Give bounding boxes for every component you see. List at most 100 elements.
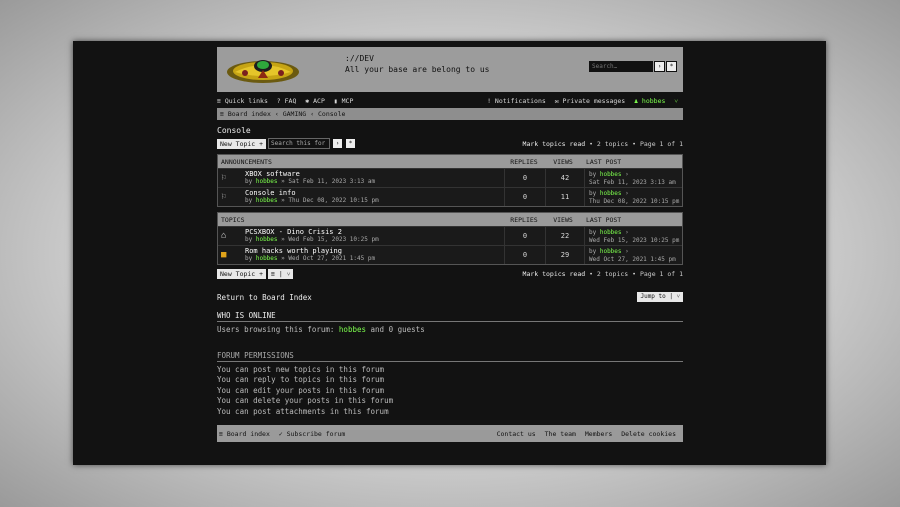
- forum-advanced-search-button[interactable]: *: [345, 138, 357, 149]
- forum-search-button[interactable]: ›: [332, 138, 344, 149]
- forum-page: ://DEV All your base are belong to us › …: [217, 47, 683, 442]
- last-post-author[interactable]: hobbes: [600, 171, 622, 178]
- members-link[interactable]: Members: [585, 430, 612, 438]
- faq-link[interactable]: ? FAQ: [277, 97, 297, 105]
- topics-label: TOPICS: [221, 215, 245, 224]
- site-logo[interactable]: [225, 54, 301, 86]
- online-prefix: Users browsing this forum:: [217, 325, 335, 334]
- table-row[interactable]: ⚐ Console info by hobbes » Thu Dec 08, 2…: [218, 187, 682, 206]
- pagination-bottom: Mark topics read • 2 topics • Page 1 of …: [523, 270, 683, 278]
- header-search-input[interactable]: [589, 61, 653, 72]
- permissions-list: You can post new topics in this forum Yo…: [217, 365, 683, 418]
- subscribe-forum-link[interactable]: ✓ Subscribe forum: [279, 430, 346, 438]
- permission-line: You can edit your posts in this forum: [217, 385, 385, 395]
- topic-title[interactable]: Console info: [245, 189, 379, 197]
- topic-author[interactable]: hobbes: [256, 255, 278, 262]
- online-users: Users browsing this forum: hobbes and 0 …: [217, 325, 683, 336]
- topic-author[interactable]: hobbes: [256, 236, 278, 243]
- replies-count: 0: [504, 246, 545, 264]
- online-user[interactable]: hobbes: [339, 325, 366, 334]
- announcements-table: ANNOUNCEMENTS REPLIES VIEWS LAST POST ⚐ …: [217, 154, 683, 207]
- topic-date: » Wed Oct 27, 2021 1:45 pm: [281, 255, 376, 262]
- acp-link[interactable]: ✱ ACP: [305, 97, 325, 105]
- forum-search-input[interactable]: Search this for: [268, 138, 331, 149]
- announcement-icon: ⚐: [221, 173, 227, 183]
- topics-table: TOPICS REPLIES VIEWS LAST POST ⌂ PCSXBOX…: [217, 212, 683, 265]
- delete-cookies-link[interactable]: Delete cookies: [621, 430, 676, 438]
- replies-header: REPLIES: [510, 215, 538, 224]
- topic-author[interactable]: hobbes: [256, 197, 278, 204]
- notifications-link[interactable]: ! Notifications: [487, 97, 546, 105]
- replies-count: 0: [504, 227, 545, 245]
- last-post-author[interactable]: hobbes: [600, 248, 622, 255]
- announcements-label: ANNOUNCEMENTS: [221, 157, 272, 166]
- jumpbox-row: Return to Board Index Jump to | ˅: [217, 292, 683, 302]
- topic-title[interactable]: Rom hacks worth playing: [245, 247, 375, 255]
- topic-title[interactable]: XBOX software: [245, 170, 375, 178]
- search-button[interactable]: ›: [654, 61, 665, 72]
- goto-last-post-icon[interactable]: ›: [625, 248, 629, 255]
- last-post-date: Thu Dec 08, 2022 10:15 pm: [589, 198, 680, 205]
- topic-date: » Sat Feb 11, 2023 3:13 am: [281, 178, 376, 185]
- new-topic-button-bottom[interactable]: New Topic +: [217, 268, 267, 279]
- topic-author[interactable]: hobbes: [256, 178, 278, 185]
- views-header: VIEWS: [553, 215, 573, 224]
- goto-last-post-icon[interactable]: ›: [625, 171, 629, 178]
- announcements-header: ANNOUNCEMENTS REPLIES VIEWS LAST POST: [218, 155, 682, 168]
- last-post-author[interactable]: hobbes: [600, 190, 622, 197]
- jump-to-button[interactable]: Jump to | ˅: [637, 292, 683, 302]
- last-post-author[interactable]: hobbes: [600, 229, 622, 236]
- views-count: 42: [545, 169, 584, 187]
- navbar: ≡ Quick links ? FAQ ✱ ACP ▮ MCP ! Notifi…: [217, 94, 683, 108]
- announcement-icon: ⚐: [221, 192, 227, 202]
- breadcrumb-board-index[interactable]: ≡ Board index: [220, 110, 271, 118]
- goto-last-post-icon[interactable]: ›: [625, 190, 629, 197]
- last-post-header: LAST POST: [586, 157, 622, 166]
- site-title[interactable]: ://DEV: [345, 54, 374, 63]
- team-link[interactable]: The team: [545, 430, 576, 438]
- last-post-date: Sat Feb 11, 2023 3:13 am: [589, 179, 676, 186]
- private-messages-link[interactable]: ✉ Private messages: [555, 97, 625, 105]
- username: hobbes: [641, 97, 666, 105]
- breadcrumb-gaming[interactable]: ‹ GAMING: [275, 110, 306, 118]
- replies-count: 0: [504, 169, 545, 187]
- topic-title[interactable]: PCSXBOX - Dino Crisis 2: [245, 228, 379, 236]
- topic-date: » Thu Dec 08, 2022 10:15 pm: [281, 197, 379, 204]
- topics-header: TOPICS REPLIES VIEWS LAST POST: [218, 213, 682, 226]
- quick-links-menu[interactable]: ≡ Quick links: [217, 97, 268, 105]
- return-link[interactable]: Return to Board Index: [217, 293, 312, 302]
- new-topic-button[interactable]: New Topic +: [217, 138, 267, 149]
- table-row[interactable]: ⚐ XBOX software by hobbes » Sat Feb 11, …: [218, 168, 682, 187]
- contact-us-link[interactable]: Contact us: [497, 430, 536, 438]
- pagination-top: Mark topics read • 2 topics • Page 1 of …: [523, 140, 683, 148]
- topic-date: » Wed Feb 15, 2023 10:25 pm: [281, 236, 379, 243]
- mark-read-link-bottom[interactable]: Mark topics read: [523, 270, 586, 278]
- footer-board-index-link[interactable]: ≡ Board index: [219, 430, 270, 438]
- mcp-link[interactable]: ▮ MCP: [334, 97, 354, 105]
- sort-options-button[interactable]: ≡ | ˅: [268, 268, 294, 279]
- last-post-date: Wed Feb 15, 2023 10:25 pm: [589, 237, 680, 244]
- views-count: 22: [545, 227, 584, 245]
- mark-read-link[interactable]: Mark topics read: [523, 140, 586, 148]
- jump-to-label: Jump to: [640, 293, 666, 300]
- goto-last-post-icon[interactable]: ›: [625, 229, 629, 236]
- permission-line: You can post attachments in this forum: [217, 406, 389, 416]
- browser-screen: ://DEV All your base are belong to us › …: [73, 41, 826, 465]
- last-post-date: Wed Oct 27, 2021 1:45 pm: [589, 256, 676, 263]
- advanced-search-button[interactable]: *: [666, 61, 677, 72]
- online-suffix: and 0 guests: [370, 325, 425, 334]
- who-is-online-heading[interactable]: WHO IS ONLINE: [217, 311, 683, 322]
- table-row[interactable]: ⌂ PCSXBOX - Dino Crisis 2 by hobbes » We…: [218, 226, 682, 245]
- site-description: All your base are belong to us: [345, 65, 490, 74]
- views-count: 29: [545, 246, 584, 264]
- breadcrumb: ≡ Board index ‹ GAMING ‹ Console: [217, 108, 683, 120]
- header-search: › *: [589, 61, 677, 72]
- forum-title[interactable]: Console: [217, 126, 683, 135]
- table-row[interactable]: ■ Rom hacks worth playing by hobbes » We…: [218, 245, 682, 264]
- views-header: VIEWS: [553, 157, 573, 166]
- permission-line: You can delete your posts in this forum: [217, 396, 394, 405]
- breadcrumb-console[interactable]: ‹ Console: [310, 110, 345, 118]
- replies-count: 0: [504, 188, 545, 206]
- topic-count-bottom: • 2 topics • Page 1 of 1: [589, 269, 683, 278]
- user-menu[interactable]: ♟ hobbes ˅: [634, 97, 678, 105]
